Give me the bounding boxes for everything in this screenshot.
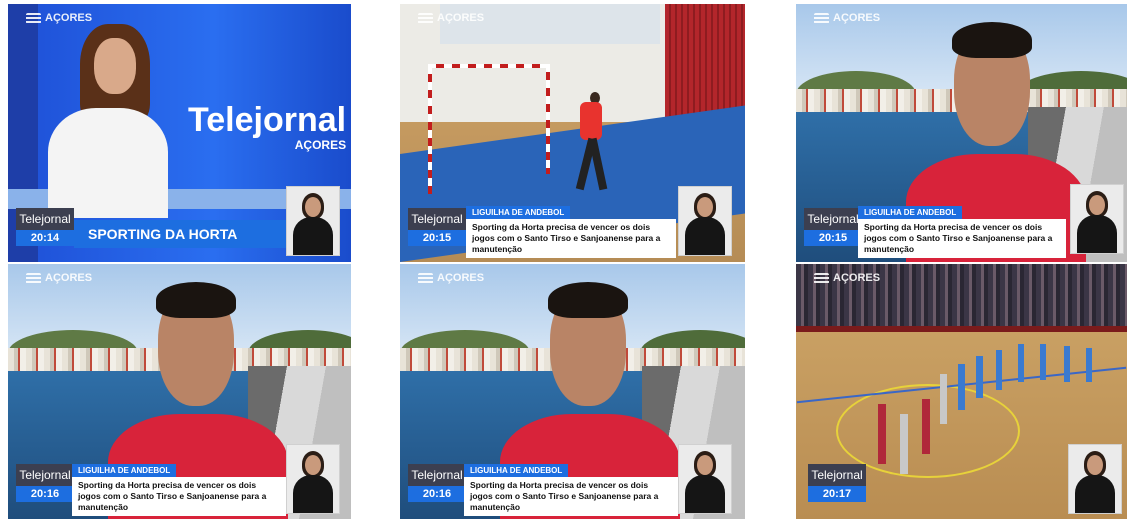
sign-language-interpreter (678, 186, 732, 256)
program-name: Telejornal (808, 464, 866, 486)
channel-logo: AÇORES (814, 272, 880, 284)
news-kicker: LIGUILHA DE ANDEBOL (464, 464, 569, 477)
channel-logo: AÇORES (26, 272, 92, 284)
broadcast-time: 20:16 (16, 486, 74, 502)
broadcast-time: 20:14 (16, 230, 74, 246)
news-headline: Sporting da Horta precisa de vencer os d… (464, 477, 678, 516)
rtp-logo-icon (26, 12, 41, 24)
program-badge: Telejornal 20:16 (16, 464, 74, 502)
channel-logo-text: AÇORES (45, 272, 93, 284)
news-kicker: LIGUILHA DE ANDEBOL (858, 206, 963, 219)
video-frame-6: AÇORES Telejornal 20:17 (796, 264, 1127, 519)
channel-logo: AÇORES (418, 12, 484, 24)
news-headline: SPORTING DA HORTA (74, 220, 300, 248)
sign-language-interpreter (286, 444, 340, 514)
studio-brand: Telejornal AÇORES (188, 102, 346, 152)
sign-language-interpreter (286, 186, 340, 256)
video-frame-4: AÇORES Telejornal 20:16 LIGUILHA DE ANDE… (8, 264, 351, 519)
rtp-logo-icon (814, 12, 829, 24)
program-name: Telejornal (408, 464, 466, 486)
rtp-logo-icon (418, 12, 433, 24)
channel-logo: AÇORES (26, 12, 92, 24)
program-badge: Telejornal 20:15 (804, 208, 862, 246)
channel-logo-text: AÇORES (437, 272, 485, 284)
program-name: Telejornal (16, 464, 74, 486)
program-name: Telejornal (16, 208, 74, 230)
sign-language-interpreter (1068, 444, 1122, 514)
channel-logo-text: AÇORES (437, 12, 485, 24)
program-badge: Telejornal 20:15 (408, 208, 466, 246)
sign-language-interpreter (1070, 184, 1124, 254)
program-name: Telejornal (408, 208, 466, 230)
video-frame-5: AÇORES Telejornal 20:16 LIGUILHA DE ANDE… (400, 264, 745, 519)
studio-brand-sub: AÇORES (294, 138, 347, 152)
rtp-logo-icon (814, 272, 829, 284)
broadcast-time: 20:17 (808, 486, 866, 502)
channel-logo-text: AÇORES (833, 272, 881, 284)
news-headline: Sporting da Horta precisa de vencer os d… (858, 219, 1066, 258)
news-kicker: LIGUILHA DE ANDEBOL (72, 464, 177, 477)
news-headline: Sporting da Horta precisa de vencer os d… (466, 219, 676, 258)
channel-logo-text: AÇORES (45, 12, 93, 24)
video-frame-2: AÇORES Telejornal 20:15 LIGUILHA DE ANDE… (400, 4, 745, 262)
video-frame-3: AÇORES Telejornal 20:15 LIGUILHA DE ANDE… (796, 4, 1127, 262)
sign-language-interpreter (678, 444, 732, 514)
rtp-logo-icon (418, 272, 433, 284)
news-headline: Sporting da Horta precisa de vencer os d… (72, 477, 286, 516)
broadcast-time: 20:15 (408, 230, 466, 246)
channel-logo: AÇORES (814, 12, 880, 24)
program-badge: Telejornal 20:14 (16, 208, 74, 246)
channel-logo-text: AÇORES (833, 12, 881, 24)
video-frame-1: Telejornal AÇORES AÇORES Telejornal 20:1… (8, 4, 351, 262)
studio-brand-title: Telejornal (188, 101, 347, 139)
news-kicker: LIGUILHA DE ANDEBOL (466, 206, 571, 219)
broadcast-time: 20:15 (804, 230, 862, 246)
broadcast-time: 20:16 (408, 486, 466, 502)
rtp-logo-icon (26, 272, 41, 284)
channel-logo: AÇORES (418, 272, 484, 284)
program-badge: Telejornal 20:16 (408, 464, 466, 502)
program-badge: Telejornal 20:17 (808, 464, 866, 502)
program-name: Telejornal (804, 208, 862, 230)
